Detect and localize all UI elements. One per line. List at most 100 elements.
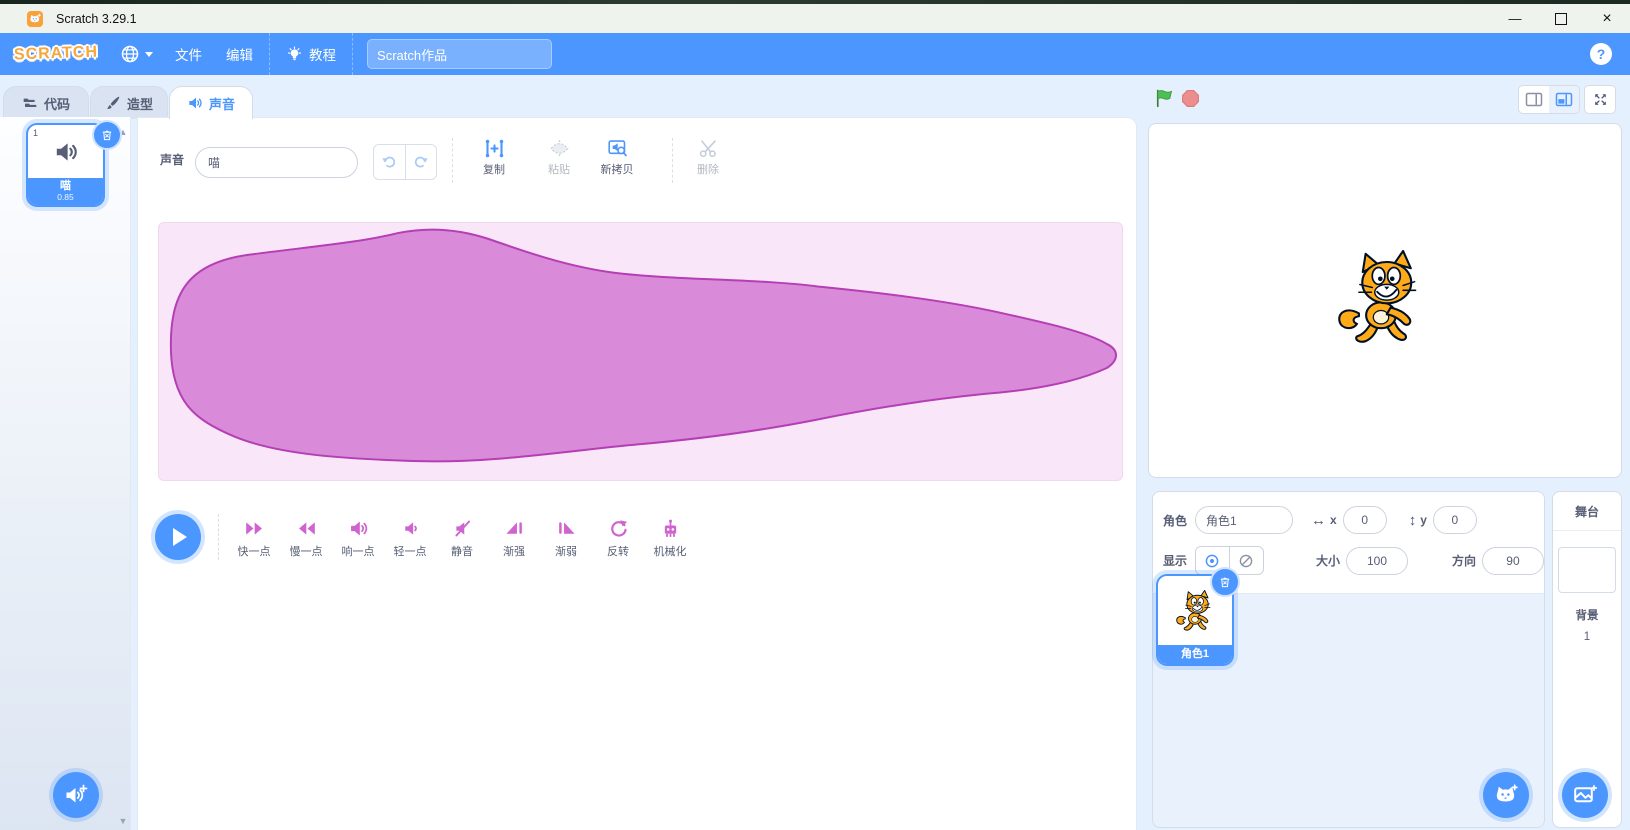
tab-costumes[interactable]: 造型 [90, 86, 168, 119]
effect-fade-in[interactable]: 渐强 [488, 518, 540, 559]
effect-robot[interactable]: 机械化 [644, 518, 696, 559]
cat-plus-icon [1494, 783, 1518, 807]
sound-name-input[interactable] [195, 147, 358, 178]
copy-to-new-label: 新拷贝 [601, 161, 634, 177]
fast-forward-icon [244, 518, 265, 539]
maximize-icon [1555, 13, 1567, 25]
effect-fade-out[interactable]: 渐弱 [540, 518, 592, 559]
menu-bar: SCRATCH 文件 编辑 教程 [0, 33, 1630, 75]
language-selector[interactable] [120, 44, 153, 64]
menu-file[interactable]: 文件 [163, 33, 214, 75]
copy-label: 复制 [483, 161, 505, 177]
paste-button[interactable]: 粘贴 [531, 138, 587, 186]
tab-code[interactable]: 代码 [3, 86, 89, 119]
add-sound-button[interactable] [53, 772, 99, 818]
copy-button[interactable]: 复制 [466, 138, 522, 186]
sprite-tile-name: 角色1 [1158, 648, 1232, 660]
delete-sound-button[interactable] [92, 120, 122, 150]
menu-divider [269, 33, 270, 75]
copy-to-new-button[interactable]: 新拷贝 [589, 138, 645, 186]
menu-divider [352, 33, 353, 75]
waveform-canvas[interactable] [158, 222, 1123, 481]
eye-icon [1204, 553, 1220, 569]
play-sound-button[interactable] [155, 514, 201, 560]
speaker-icon [187, 95, 203, 111]
project-name-input[interactable] [367, 39, 552, 69]
delete-sprite-button[interactable] [1210, 567, 1240, 597]
copy-to-new-icon [607, 138, 628, 159]
effect-louder[interactable]: 响一点 [332, 518, 384, 559]
undo-button[interactable] [374, 145, 405, 179]
add-sprite-button[interactable] [1483, 772, 1529, 818]
close-button[interactable]: × [1584, 4, 1630, 33]
sprite-name-input[interactable] [1195, 506, 1293, 534]
sound-index: 1 [33, 128, 38, 138]
sprite-y-input[interactable] [1433, 506, 1477, 534]
effect-faster[interactable]: 快一点 [228, 518, 280, 559]
sound-name-label: 声音 [160, 151, 184, 168]
effect-label: 慢一点 [290, 543, 323, 559]
help-button[interactable]: ? [1590, 43, 1612, 65]
softer-icon [400, 518, 421, 539]
menu-tutorials[interactable]: 教程 [274, 44, 348, 64]
fullscreen-button[interactable] [1584, 85, 1616, 114]
tab-sounds-label: 声音 [209, 94, 235, 113]
sprite-cat-on-stage[interactable] [1333, 250, 1429, 346]
backdrop-label: 背景 [1553, 607, 1621, 623]
toolbar-divider [672, 138, 673, 183]
scroll-down-arrow[interactable]: ▼ [116, 816, 130, 826]
redo-button[interactable] [405, 145, 437, 179]
green-flag-button[interactable] [1154, 88, 1174, 108]
normal-stage-icon [1555, 92, 1573, 107]
effect-reverse[interactable]: 反转 [592, 518, 644, 559]
size-label: 大小 [1316, 552, 1340, 569]
stage-panel-title: 舞台 [1553, 492, 1621, 531]
sprite-direction-input[interactable] [1482, 547, 1544, 575]
app-icon [27, 11, 43, 27]
add-backdrop-button[interactable] [1562, 772, 1608, 818]
scissors-icon [698, 138, 719, 159]
trash-icon [100, 128, 114, 142]
paste-label: 粘贴 [548, 161, 570, 177]
effect-label: 机械化 [654, 543, 687, 559]
delete-button[interactable]: 删除 [680, 138, 736, 186]
undo-redo-group [373, 144, 437, 180]
sprite-x-input[interactable] [1343, 506, 1387, 534]
effects-row: 快一点 慢一点 响一点 轻一点 静音 渐强 渐弱 反转 [228, 518, 696, 559]
play-icon [173, 528, 187, 546]
speaker-icon [53, 139, 79, 165]
effect-softer[interactable]: 轻一点 [384, 518, 436, 559]
sound-list-sidebar [0, 117, 131, 830]
x-label: x [1330, 513, 1337, 527]
mute-icon [452, 518, 473, 539]
y-arrow-icon: ↕ [1409, 512, 1417, 529]
toolbar-divider [452, 138, 453, 183]
scratch-app-window: Scratch 3.29.1 — × SCRATCH 文件 编辑 教程 ? 代码… [0, 0, 1630, 830]
normal-stage-button[interactable] [1549, 86, 1579, 113]
brush-icon [105, 95, 121, 111]
small-stage-icon [1525, 92, 1543, 107]
effect-label: 渐强 [503, 543, 525, 559]
redo-icon [413, 154, 429, 170]
menu-edit[interactable]: 编辑 [214, 33, 265, 75]
sprite-label: 角色 [1163, 512, 1187, 529]
sprite-tile-label: 角色1 [1158, 645, 1232, 664]
menu-tutorials-label: 教程 [309, 44, 336, 64]
paste-wave-icon [549, 138, 570, 159]
effect-slower[interactable]: 慢一点 [280, 518, 332, 559]
robot-icon [660, 518, 681, 539]
backdrop-thumbnail[interactable] [1558, 547, 1616, 593]
minimize-button[interactable]: — [1492, 4, 1538, 33]
stop-button[interactable] [1181, 89, 1200, 108]
maximize-button[interactable] [1538, 4, 1584, 33]
effect-mute[interactable]: 静音 [436, 518, 488, 559]
x-arrow-icon: ↔ [1311, 512, 1326, 529]
window-title: Scratch 3.29.1 [56, 12, 137, 26]
small-stage-button[interactable] [1519, 86, 1549, 113]
tab-sounds[interactable]: 声音 [169, 86, 253, 119]
eye-slash-icon [1238, 553, 1254, 569]
tab-code-label: 代码 [44, 94, 70, 113]
scratch-logo[interactable]: SCRATCH [14, 44, 99, 65]
sprite-size-input[interactable] [1346, 547, 1408, 575]
backdrop-plus-icon [1573, 783, 1597, 807]
